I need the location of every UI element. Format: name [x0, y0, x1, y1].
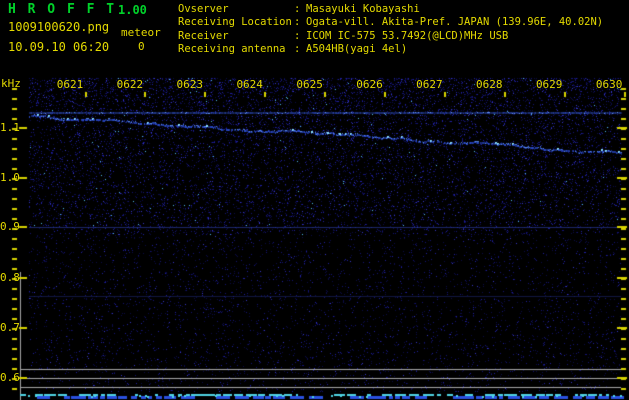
app-title: H R O F F T [8, 2, 117, 17]
station-info-row: Receiver: ICOM IC-575 53.7492(@LCD)MHz US… [178, 30, 603, 43]
station-info-row: Receiving Location: Ogata-vill. Akita-Pre… [178, 16, 603, 29]
info-separator: : [294, 3, 301, 15]
info-label: Ovserver [178, 3, 229, 15]
info-label: Receiving antenna [178, 43, 286, 56]
time-tick-label: 0626 [356, 78, 383, 91]
info-value: A504HB(yagi 4el) [306, 43, 408, 56]
spectrogram-canvas [0, 0, 629, 400]
time-tick-label: 0628 [476, 78, 503, 91]
y-tick-label: 1.0 [0, 171, 20, 184]
time-tick-label: 0621 [56, 78, 84, 91]
y-tick-label: 0.8 [0, 271, 20, 284]
info-value: Masayuki Kobayashi [306, 3, 420, 15]
time-tick-label: 0624 [236, 78, 263, 91]
app-version: 1.00 [118, 3, 147, 17]
info-separator: : [294, 43, 301, 56]
y-tick-label: 0.6 [0, 371, 20, 384]
time-tick-label: 0622 [116, 78, 144, 91]
time-tick-label: 0623 [176, 78, 204, 91]
station-info-row: Receiving antenna: A504HB(yagi 4el) [178, 43, 603, 56]
y-tick-label: 1.1 [0, 121, 20, 134]
observation-datetime: 10.09.10 06:20 [8, 40, 110, 54]
meteor-count-value: 0 [138, 40, 145, 53]
info-label: Receiver [178, 29, 229, 42]
station-info-row: Ovserver: Masayuki Kobayashi [178, 3, 603, 16]
info-separator: : [294, 29, 301, 42]
station-info-table: Ovserver: Masayuki Kobayashi Receiving Loc… [178, 3, 603, 57]
y-axis-unit-label: kHz [1, 77, 21, 90]
meteor-count-label: meteor [121, 26, 161, 39]
time-tick-label: 0629 [535, 78, 563, 91]
time-tick-label: 0627 [416, 78, 443, 91]
info-value: ICOM IC-575 53.7492(@LCD)MHz USB [306, 29, 509, 42]
hrofft-screen: H R O F F T 1.00 1009100620.png meteor 0… [0, 0, 629, 400]
time-tick-label: 0630 [595, 78, 623, 91]
info-value: Ogata-vill. Akita-Pref. JAPAN (139.96E, … [306, 16, 604, 29]
time-tick-label: 0625 [296, 78, 323, 91]
y-tick-label: 0.9 [0, 220, 20, 233]
info-separator: : [294, 16, 301, 29]
output-filename: 1009100620.png [8, 20, 110, 34]
y-tick-label: 0.7 [0, 321, 20, 334]
info-label: Receiving Location [178, 16, 292, 29]
